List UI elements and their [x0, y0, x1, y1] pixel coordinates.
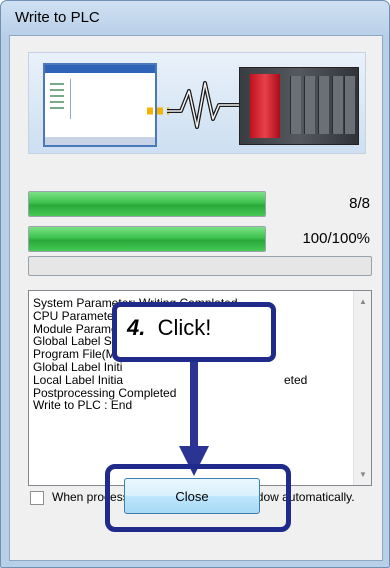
progress-bar-percent: [28, 226, 266, 252]
progress-bar-detail: [28, 256, 372, 276]
pointer-arrow-shaft: [190, 362, 198, 450]
log-scrollbar[interactable]: ▲ ▼: [353, 291, 371, 485]
scroll-down-icon[interactable]: ▼: [359, 470, 367, 479]
log-line: Local Label Initia eted: [33, 372, 307, 387]
step-number: 4.: [127, 315, 146, 340]
serial-cable-icon: [147, 81, 245, 129]
progress-percent-label: 100/100%: [302, 230, 370, 247]
log-line: Write to PLC : End: [33, 398, 133, 413]
scroll-up-icon[interactable]: ▲: [359, 297, 367, 306]
window-title: Write to PLC: [15, 9, 100, 26]
callout-text: 4. Click!: [127, 315, 211, 341]
progress-bar-items: [28, 191, 266, 217]
progress-count-label: 8/8: [349, 195, 370, 212]
log-line-start: Local Label Initia: [33, 372, 124, 387]
pc-software-icon: [43, 63, 157, 147]
step-instruction: Click!: [157, 315, 212, 340]
title-bar: Write to PLC: [1, 1, 389, 35]
transfer-illustration: [28, 52, 366, 154]
auto-close-checkbox[interactable]: [30, 491, 44, 505]
log-line-tail: eted: [284, 372, 308, 387]
progress-fill: [29, 192, 265, 216]
progress-fill: [29, 227, 265, 251]
close-button[interactable]: Close: [124, 478, 260, 514]
plc-hardware-icon: [239, 67, 359, 145]
step-callout: 4. Click!: [112, 302, 276, 362]
